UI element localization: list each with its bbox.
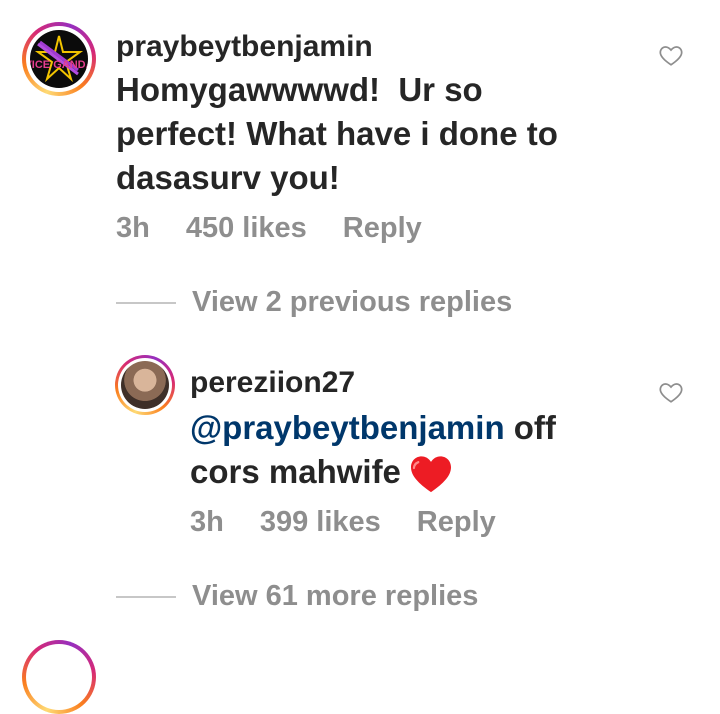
avatar[interactable]	[115, 355, 175, 415]
comment-line: Homygawwwwd! Ur so	[116, 71, 483, 108]
likes-count[interactable]: 450 likes	[186, 212, 307, 245]
comment-time: 3h	[116, 212, 150, 244]
reply-button[interactable]: Reply	[417, 506, 496, 539]
avatar-image: VICE GANDA	[30, 30, 88, 88]
comment-line: dasasurv you!	[116, 159, 340, 196]
divider-line	[116, 595, 176, 598]
view-more-replies-label: View 61 more replies	[192, 580, 479, 612]
reply-text: cors mahwife	[190, 453, 401, 490]
reply-time: 3h	[190, 506, 224, 538]
comment-meta: 3h 450 likes Reply	[116, 212, 422, 245]
reply-username[interactable]: pereziion27	[190, 366, 355, 400]
heart-outline-icon[interactable]	[658, 379, 684, 405]
heart-outline-icon[interactable]	[658, 42, 684, 68]
reply-body: @praybeytbenjamin off cors mahwife	[190, 406, 556, 494]
likes-count[interactable]: 399 likes	[260, 506, 381, 539]
reply-meta: 3h 399 likes Reply	[190, 506, 496, 539]
view-more-replies-button[interactable]: View 61 more replies	[116, 580, 478, 613]
vice-ganda-logo-icon: VICE GANDA	[30, 35, 88, 83]
view-previous-replies-label: View 2 previous replies	[192, 286, 513, 318]
reply-button[interactable]: Reply	[343, 212, 422, 245]
red-heart-emoji-icon	[410, 456, 451, 493]
reply-line: cors mahwife	[190, 450, 556, 494]
next-comment-avatar[interactable]	[22, 640, 96, 714]
view-previous-replies-button[interactable]: View 2 previous replies	[116, 286, 512, 319]
mention-link[interactable]: @praybeytbenjamin	[190, 409, 505, 446]
avatar[interactable]: VICE GANDA	[22, 22, 96, 96]
avatar-logo-text: VICE GANDA	[30, 59, 88, 71]
divider-line	[116, 301, 176, 304]
comment-username[interactable]: praybeytbenjamin	[116, 30, 373, 64]
reply-text: off	[504, 409, 556, 446]
comment-line: perfect! What have i done to	[116, 115, 558, 152]
reply-line: @praybeytbenjamin off	[190, 406, 556, 450]
comment-body: Homygawwwwd! Ur so perfect! What have i …	[116, 68, 558, 200]
avatar-image	[121, 361, 169, 409]
